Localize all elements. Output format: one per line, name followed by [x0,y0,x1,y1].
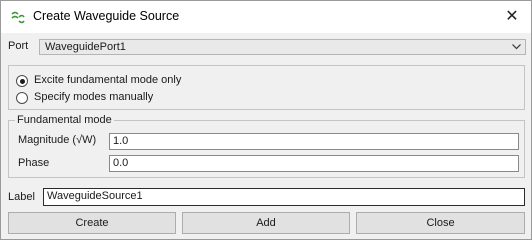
excitation-group: Excite fundamental mode only Specify mod… [8,65,525,110]
magnitude-input[interactable]: 1.0 [109,133,519,150]
close-window-button[interactable]: ✕ [501,7,523,27]
phase-value: 0.0 [113,157,129,169]
port-label: Port [8,40,29,52]
radio-label: Excite fundamental mode only [34,74,182,86]
fundamental-mode-legend: Fundamental mode [15,114,114,126]
chevron-down-icon [512,44,521,50]
app-logo-icon [11,11,25,24]
source-label-input[interactable]: WaveguideSource1 [43,188,525,206]
phase-input[interactable]: 0.0 [109,155,519,172]
radio-label: Specify modes manually [34,91,154,103]
radio-button[interactable] [16,92,28,104]
title-bar: Create Waveguide Source ✕ [1,1,531,33]
radio-button[interactable] [16,75,28,87]
source-label-value: WaveguideSource1 [47,190,143,202]
create-button[interactable]: Create [8,212,176,234]
phase-label: Phase [18,157,50,169]
window-title: Create Waveguide Source [33,9,180,23]
magnitude-value: 1.0 [113,135,129,147]
close-icon: ✕ [505,8,519,25]
magnitude-label: Magnitude (√W) [18,134,97,146]
port-dropdown[interactable]: WaveguidePort1 [39,39,526,55]
port-selected-value: WaveguidePort1 [45,41,126,53]
add-button[interactable]: Add [182,212,350,234]
source-label-caption: Label [8,191,35,203]
close-button[interactable]: Close [356,212,525,234]
dialog-window: Create Waveguide Source ✕ Port Waveguide… [0,0,532,240]
